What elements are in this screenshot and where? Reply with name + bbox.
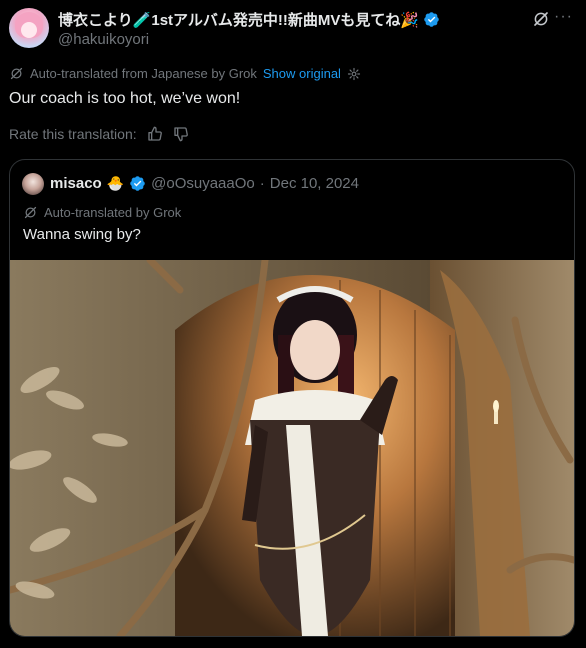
photo-illustration [10,260,574,636]
grok-icon[interactable] [532,10,550,28]
thumbs-down-icon[interactable] [173,126,189,142]
meta-separator: · [259,175,265,192]
rate-label: Rate this translation: [9,126,137,142]
translation-note-text: Auto-translated from Japanese by Grok [30,66,257,81]
more-icon[interactable]: ··· [554,8,572,26]
quoted-post[interactable]: misaco 🐣 @oOsuyaaaOo · Dec 10, 2024 Auto… [9,159,575,637]
author-avatar[interactable] [9,8,49,48]
post-text: Our coach is too hot, we’ve won! [9,90,241,107]
quoted-translation-note: Auto-translated by Grok [23,205,181,220]
quoted-date[interactable]: Dec 10, 2024 [270,175,359,192]
translation-note: Auto-translated from Japanese by Grok Sh… [9,66,361,81]
quoted-header: misaco 🐣 @oOsuyaaaOo · Dec 10, 2024 [50,175,359,192]
grok-small-icon [24,206,37,219]
author-name[interactable]: 博衣こより🧪1stアルバム発売中!!新曲MVも見てね🎉 [58,9,419,30]
verified-badge-icon [130,176,145,191]
quoted-translation-note-text: Auto-translated by Grok [44,205,182,220]
quoted-text: Wanna swing by? [23,226,141,243]
gear-icon[interactable] [347,67,361,81]
verified-badge-icon [424,12,439,27]
quoted-author-avatar[interactable] [22,173,44,195]
quoted-photo[interactable] [10,260,574,636]
author-handle[interactable]: @hakuikoyori [58,31,149,48]
rate-translation: Rate this translation: [9,126,189,142]
show-original-link[interactable]: Show original [263,66,341,81]
quoted-handle[interactable]: @oOsuyaaaOo [151,175,255,192]
thumbs-up-icon[interactable] [147,126,163,142]
quoted-author-name[interactable]: misaco [50,175,102,192]
grok-small-icon [10,67,23,80]
post: 博衣こより🧪1stアルバム発売中!!新曲MVも見てね🎉 @hakuikoyori… [0,0,586,648]
avatar-face [21,22,37,38]
chick-emoji: 🐣 [106,175,125,191]
author-name-row[interactable]: 博衣こより🧪1stアルバム発売中!!新曲MVも見てね🎉 [58,9,440,30]
